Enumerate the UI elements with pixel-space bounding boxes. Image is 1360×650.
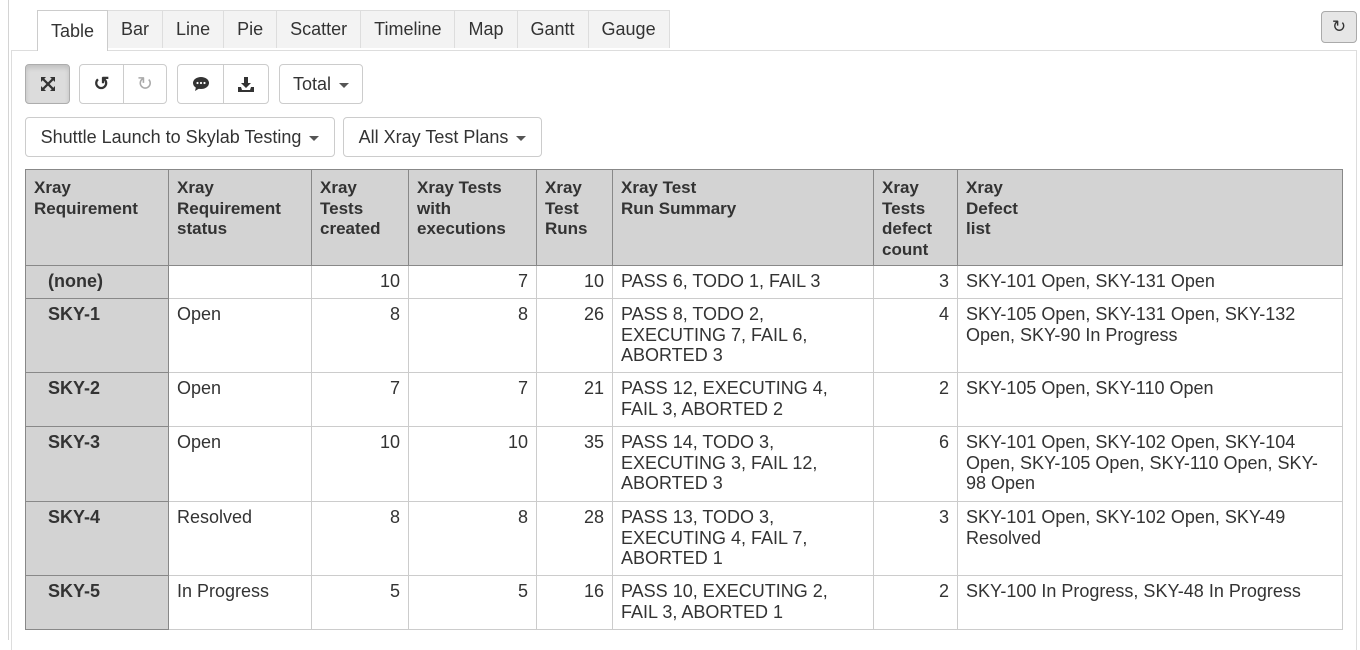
comment-button[interactable] bbox=[177, 64, 224, 104]
project-dropdown-label: Shuttle Launch to Skylab Testing bbox=[40, 126, 302, 147]
cell-run-summary: PASS 14, TODO 3, EXECUTING 3, FAIL 12, ABO… bbox=[612, 426, 874, 502]
total-dropdown[interactable]: Total bbox=[279, 64, 363, 104]
cell-test-runs[interactable]: 10 bbox=[536, 265, 613, 299]
comment-icon bbox=[192, 77, 209, 91]
tab-table[interactable]: Table bbox=[37, 10, 109, 51]
cell-status: In Progress bbox=[168, 575, 312, 630]
col-header-tests-with-executions[interactable]: Xray Tests with executions bbox=[408, 169, 537, 266]
cell-defect-list: SKY-101 Open, SKY-102 Open, SKY-49 Resolv… bbox=[957, 501, 1343, 576]
redo-button[interactable]: ↻ bbox=[123, 64, 167, 104]
cell-run-summary: PASS 6, TODO 1, FAIL 3 bbox=[612, 265, 874, 299]
row-header-requirement[interactable]: SKY-5 bbox=[25, 575, 169, 630]
refresh-icon: ↻ bbox=[1331, 17, 1347, 36]
cell-test-runs[interactable]: 21 bbox=[536, 372, 613, 427]
row-header-requirement[interactable]: SKY-2 bbox=[25, 372, 169, 427]
col-header-run-summary[interactable]: Xray Test Run Summary bbox=[612, 169, 874, 266]
cell-run-summary: PASS 12, EXECUTING 4, FAIL 3, ABORTED 2 bbox=[612, 372, 874, 427]
cell-tests-with-executions[interactable]: 8 bbox=[408, 501, 537, 576]
cell-tests-created[interactable]: 10 bbox=[311, 426, 409, 502]
table-row: (none) 10 7 10 PASS 6, TODO 1, FAIL 3 3 … bbox=[25, 265, 1343, 299]
row-header-requirement[interactable]: SKY-4 bbox=[25, 501, 169, 576]
cell-tests-with-executions[interactable]: 7 bbox=[408, 265, 537, 299]
row-header-requirement[interactable]: (none) bbox=[25, 265, 169, 299]
fullscreen-button[interactable] bbox=[25, 64, 70, 104]
cell-test-runs[interactable]: 26 bbox=[536, 298, 613, 373]
col-header-tests-created[interactable]: Xray Tests created bbox=[311, 169, 409, 266]
cell-run-summary: PASS 8, TODO 2, EXECUTING 7, FAIL 6, ABORT… bbox=[612, 298, 874, 373]
cell-tests-created[interactable]: 8 bbox=[311, 298, 409, 373]
table-row: SKY-1 Open 8 8 26 PASS 8, TODO 2, EXECUTI… bbox=[25, 298, 1343, 373]
cell-status: Open bbox=[168, 372, 312, 427]
col-header-requirement-status[interactable]: Xray Requirement status bbox=[168, 169, 312, 266]
report-table: Xray Requirement Xray Requirement status Xr… bbox=[25, 169, 1343, 630]
table-row: SKY-3 Open 10 10 35 PASS 14, TODO 3, EXEC… bbox=[25, 426, 1343, 502]
cell-defect-count[interactable]: 6 bbox=[873, 426, 958, 502]
table-row: SKY-4 Resolved 8 8 28 PASS 13, TODO 3, EX… bbox=[25, 501, 1343, 576]
download-icon bbox=[238, 76, 254, 92]
col-header-defect-list[interactable]: Xray Defect list bbox=[957, 169, 1343, 266]
chevron-down-icon bbox=[309, 135, 320, 141]
cell-run-summary: PASS 13, TODO 3, EXECUTING 4, FAIL 7, ABOR… bbox=[612, 501, 874, 576]
test-plan-dropdown[interactable]: All Xray Test Plans bbox=[343, 117, 542, 157]
table-header-row: Xray Requirement Xray Requirement status Xr… bbox=[25, 169, 1343, 266]
undo-icon: ↺ bbox=[93, 73, 110, 95]
cell-tests-created[interactable]: 8 bbox=[311, 501, 409, 576]
chart-type-tabs: Table Bar Line Pie Scatter Timeline Map … bbox=[37, 10, 670, 51]
cell-tests-created[interactable]: 5 bbox=[311, 575, 409, 630]
cell-defect-count[interactable]: 4 bbox=[873, 298, 958, 373]
cell-status: Resolved bbox=[168, 501, 312, 576]
cell-status bbox=[168, 265, 312, 299]
cell-test-runs[interactable]: 28 bbox=[536, 501, 613, 576]
cell-defect-count[interactable]: 3 bbox=[873, 265, 958, 299]
tab-line[interactable]: Line bbox=[162, 10, 225, 48]
row-header-requirement[interactable]: SKY-3 bbox=[25, 426, 169, 502]
cell-tests-with-executions[interactable]: 7 bbox=[408, 372, 537, 427]
redo-icon: ↻ bbox=[137, 73, 153, 95]
cell-run-summary: PASS 10, EXECUTING 2, FAIL 3, ABORTED 1 bbox=[612, 575, 874, 630]
tab-gauge[interactable]: Gauge bbox=[587, 10, 670, 48]
cell-tests-with-executions[interactable]: 8 bbox=[408, 298, 537, 373]
chevron-down-icon bbox=[339, 82, 350, 88]
cell-defect-count[interactable]: 2 bbox=[873, 372, 958, 427]
tab-pie[interactable]: Pie bbox=[223, 10, 278, 48]
table-row: SKY-2 Open 7 7 21 PASS 12, EXECUTING 4, F… bbox=[25, 372, 1343, 427]
cell-defect-list: SKY-100 In Progress, SKY-48 In Progress bbox=[957, 575, 1343, 630]
tab-map[interactable]: Map bbox=[454, 10, 518, 48]
cell-tests-created[interactable]: 7 bbox=[311, 372, 409, 427]
cell-tests-created[interactable]: 10 bbox=[311, 265, 409, 299]
cell-defect-list: SKY-101 Open, SKY-102 Open, SKY-104 Open,… bbox=[957, 426, 1343, 502]
cell-defect-list: SKY-105 Open, SKY-110 Open bbox=[957, 372, 1343, 427]
total-label: Total bbox=[292, 73, 332, 94]
cell-defect-count[interactable]: 2 bbox=[873, 575, 958, 630]
cell-status: Open bbox=[168, 298, 312, 373]
col-header-test-runs[interactable]: Xray Test Runs bbox=[536, 169, 613, 266]
refresh-button[interactable]: ↻ bbox=[1321, 11, 1357, 43]
col-header-defect-count[interactable]: Xray Tests defect count bbox=[873, 169, 958, 266]
undo-button[interactable]: ↺ bbox=[79, 64, 124, 104]
expand-arrows-icon bbox=[40, 77, 55, 91]
tab-timeline[interactable]: Timeline bbox=[360, 10, 456, 48]
tab-scatter[interactable]: Scatter bbox=[276, 10, 362, 48]
col-header-requirement[interactable]: Xray Requirement bbox=[25, 169, 169, 266]
cell-defect-list: SKY-101 Open, SKY-131 Open bbox=[957, 265, 1343, 299]
cell-test-runs[interactable]: 35 bbox=[536, 426, 613, 502]
cell-tests-with-executions[interactable]: 10 bbox=[408, 426, 537, 502]
tab-gantt[interactable]: Gantt bbox=[516, 10, 589, 48]
project-dropdown[interactable]: Shuttle Launch to Skylab Testing bbox=[25, 117, 335, 157]
cell-defect-count[interactable]: 3 bbox=[873, 501, 958, 576]
cell-tests-with-executions[interactable]: 5 bbox=[408, 575, 537, 630]
cell-defect-list: SKY-105 Open, SKY-131 Open, SKY-132 Open,… bbox=[957, 298, 1343, 373]
tab-bar[interactable]: Bar bbox=[107, 10, 164, 48]
table-row: SKY-5 In Progress 5 5 16 PASS 10, EXECUT… bbox=[25, 575, 1343, 630]
row-header-requirement[interactable]: SKY-1 bbox=[25, 298, 169, 373]
download-button[interactable] bbox=[223, 64, 269, 104]
cell-status: Open bbox=[168, 426, 312, 502]
chevron-down-icon bbox=[516, 135, 527, 141]
cell-test-runs[interactable]: 16 bbox=[536, 575, 613, 630]
test-plan-dropdown-label: All Xray Test Plans bbox=[358, 126, 509, 147]
left-edge-border bbox=[0, 0, 9, 640]
